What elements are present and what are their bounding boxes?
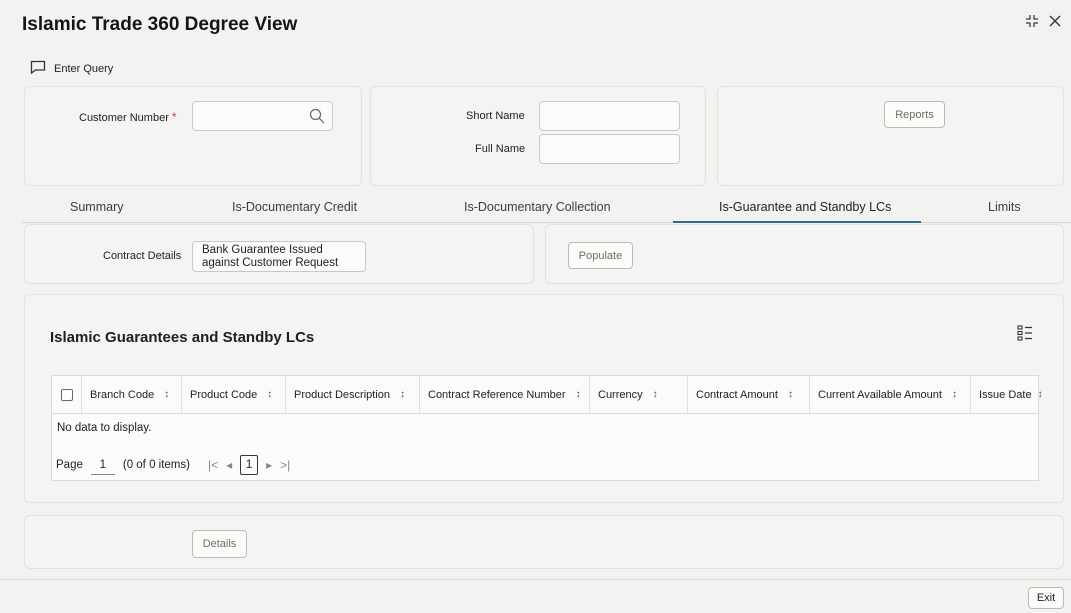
tab-guarantee-standby-lcs[interactable]: Is-Guarantee and Standby LCs xyxy=(719,200,891,214)
select-all-cell xyxy=(52,376,82,413)
current-page-button[interactable]: 1 xyxy=(240,455,259,475)
minimize-icon[interactable] xyxy=(1025,14,1039,32)
details-button[interactable]: Details xyxy=(192,530,247,558)
data-grid: Branch Code ↕ Product Code ↕ Product Descr… xyxy=(51,375,1043,481)
first-page-icon[interactable]: |< xyxy=(208,458,218,472)
items-count: (0 of 0 items) xyxy=(122,459,190,471)
required-marker: * xyxy=(171,110,177,124)
last-page-icon[interactable]: >| xyxy=(280,458,290,472)
tab-bar: Summary Is-Documentary Credit Is-Documen… xyxy=(22,194,1071,224)
sort-icon: ↕ xyxy=(951,389,957,400)
sort-icon: ↕ xyxy=(400,389,405,400)
details-panel xyxy=(24,515,1064,569)
reports-button[interactable]: Reports xyxy=(884,101,945,128)
grid-title: Islamic Guarantees and Standby LCs xyxy=(50,329,315,346)
contract-details-value-line2: against Customer Request xyxy=(202,257,339,269)
customer-number-input[interactable] xyxy=(192,101,333,131)
tab-limits[interactable]: Limits xyxy=(988,200,1021,214)
grid-header-row: Branch Code ↕ Product Code ↕ Product Descr… xyxy=(52,376,1043,414)
next-page-icon[interactable]: ▸ xyxy=(266,458,272,472)
comment-icon xyxy=(30,60,46,77)
window-controls xyxy=(1025,14,1061,32)
column-product-code[interactable]: Product Code ↕ xyxy=(182,376,286,413)
close-icon[interactable] xyxy=(1049,15,1061,31)
short-name-field[interactable] xyxy=(539,101,680,131)
short-name-label: Short Name xyxy=(466,110,525,122)
sort-icon: ↕ xyxy=(575,389,581,400)
previous-page-icon[interactable]: ◂ xyxy=(226,458,232,472)
customer-number-label: Customer Number * xyxy=(79,110,177,124)
sort-icon: ↕ xyxy=(164,389,170,400)
full-name-field[interactable] xyxy=(539,134,680,164)
contract-details-select[interactable]: Bank Guarantee Issued against Customer R… xyxy=(192,241,366,272)
page-title: Islamic Trade 360 Degree View xyxy=(22,14,298,35)
pagination: Page 1 (0 of 0 items) |< ◂ 1 ▸ >| xyxy=(56,455,290,475)
tab-summary[interactable]: Summary xyxy=(70,200,123,214)
sort-icon: ↕ xyxy=(652,389,658,400)
footer-divider xyxy=(0,579,1071,580)
contract-details-value-line1: Bank Guarantee Issued xyxy=(202,244,323,256)
search-icon[interactable] xyxy=(309,108,325,127)
active-tab-indicator xyxy=(673,221,921,223)
enter-query-button[interactable]: Enter Query xyxy=(30,60,113,77)
full-name-label: Full Name xyxy=(475,143,526,155)
empty-grid-message: No data to display. xyxy=(57,422,152,434)
tab-documentary-credit[interactable]: Is-Documentary Credit xyxy=(232,200,357,214)
column-contract-reference-number[interactable]: Contract Reference Number ↕ xyxy=(420,376,590,413)
populate-button[interactable]: Populate xyxy=(568,242,633,269)
contract-details-label: Contract Details xyxy=(103,250,182,262)
column-product-description[interactable]: Product Description ↕ xyxy=(286,376,420,413)
column-contract-amount[interactable]: Contract Amount ↕ xyxy=(688,376,810,413)
enter-query-label: Enter Query xyxy=(54,62,114,75)
select-all-checkbox[interactable] xyxy=(61,388,73,401)
exit-button[interactable]: Exit xyxy=(1028,587,1064,609)
column-issue-date[interactable]: Issue Date ↕ xyxy=(971,376,1043,413)
column-current-available-amount[interactable]: Current Available Amount ↕ xyxy=(810,376,971,413)
page-label: Page xyxy=(56,459,83,471)
sort-icon: ↕ xyxy=(1037,389,1043,400)
column-currency[interactable]: Currency ↕ xyxy=(590,376,688,413)
tab-documentary-collection[interactable]: Is-Documentary Collection xyxy=(464,200,611,214)
sort-icon: ↕ xyxy=(267,389,273,400)
list-view-icon[interactable] xyxy=(1017,325,1033,346)
page-number-input[interactable]: 1 xyxy=(90,455,115,475)
sort-icon: ↕ xyxy=(787,389,793,400)
column-branch-code[interactable]: Branch Code ↕ xyxy=(82,376,182,413)
